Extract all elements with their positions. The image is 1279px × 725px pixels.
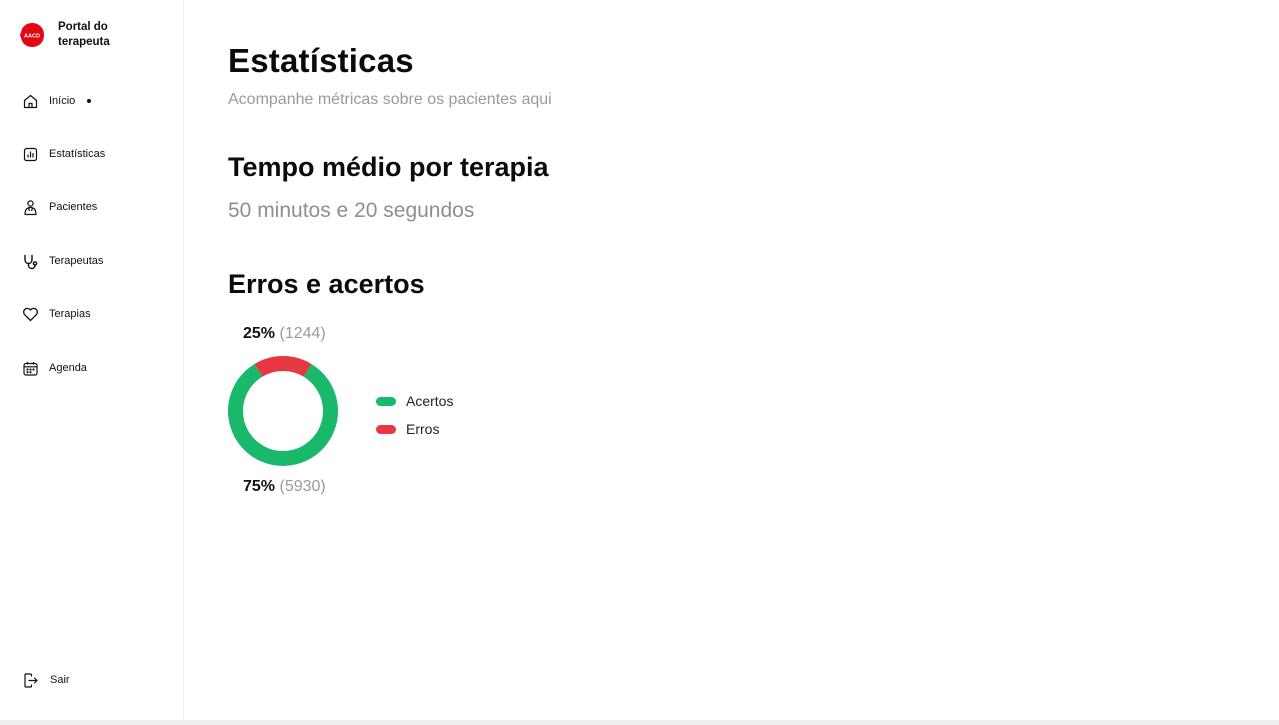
hits-count: (5930) bbox=[279, 478, 326, 495]
sidebar-item-inicio[interactable]: Início bbox=[22, 87, 92, 115]
donut-chart bbox=[228, 356, 338, 466]
donut-slice-erros bbox=[254, 356, 312, 377]
brand[interactable]: AACD Portal do terapeuta bbox=[19, 20, 128, 50]
sidebar-item-agenda[interactable]: Agenda bbox=[22, 354, 87, 382]
errors-percent: 25% bbox=[243, 325, 276, 342]
logout-icon bbox=[22, 672, 39, 689]
legend-item-acertos: Acertos bbox=[376, 387, 453, 415]
chart-legend: Acertos Erros bbox=[376, 387, 453, 443]
home-icon bbox=[22, 93, 39, 110]
sidebar-item-label: Terapeutas bbox=[49, 255, 104, 267]
aacd-logo: AACD bbox=[20, 23, 44, 47]
sidebar-item-terapias[interactable]: Terapias bbox=[22, 300, 91, 328]
sidebar-item-label: Pacientes bbox=[49, 201, 98, 213]
sidebar-item-label: Início bbox=[49, 95, 76, 107]
sidebar-item-label: Agenda bbox=[49, 362, 87, 374]
legend-label: Acertos bbox=[406, 393, 454, 409]
sidebar-item-pacientes[interactable]: Pacientes bbox=[22, 193, 97, 221]
page-subtitle: Acompanhe métricas sobre os pacientes aq… bbox=[228, 91, 552, 108]
sidebar-item-label: Estatísticas bbox=[49, 148, 106, 160]
sidebar-item-label: Terapias bbox=[49, 308, 91, 320]
sidebar: AACD Portal do terapeuta Início Estatíst… bbox=[0, 0, 184, 720]
legend-item-erros: Erros bbox=[376, 415, 453, 443]
heart-icon bbox=[22, 306, 39, 323]
legend-label: Erros bbox=[406, 421, 440, 437]
donut-slice-acertos bbox=[228, 363, 338, 466]
stethoscope-icon bbox=[22, 253, 39, 270]
bar-chart-icon bbox=[22, 146, 39, 163]
errors-hits-heading: Erros e acertos bbox=[228, 269, 425, 299]
avg-time-heading: Tempo médio por terapia bbox=[228, 152, 549, 182]
page-title: Estatísticas bbox=[228, 42, 414, 79]
logout-label: Sair bbox=[50, 674, 70, 686]
bottom-percent-label: 75% (5930) bbox=[243, 478, 326, 496]
sidebar-item-terapeutas[interactable]: Terapeutas bbox=[22, 247, 103, 275]
legend-swatch-erros bbox=[376, 424, 396, 434]
errors-count: (1244) bbox=[279, 325, 326, 342]
patient-icon bbox=[22, 199, 39, 216]
top-percent-label: 25% (1244) bbox=[243, 325, 326, 343]
legend-swatch-acertos bbox=[376, 396, 396, 406]
logout-button[interactable]: Sair bbox=[22, 666, 70, 694]
active-indicator bbox=[87, 99, 92, 103]
sidebar-item-estatisticas[interactable]: Estatísticas bbox=[22, 140, 105, 168]
hits-percent: 75% bbox=[243, 478, 276, 495]
calendar-icon bbox=[22, 360, 39, 377]
bottom-strip bbox=[0, 720, 1279, 725]
avg-time-value: 50 minutos e 20 segundos bbox=[228, 199, 475, 222]
svg-text:AACD: AACD bbox=[24, 34, 40, 40]
portal-title: Portal do terapeuta bbox=[58, 21, 110, 48]
